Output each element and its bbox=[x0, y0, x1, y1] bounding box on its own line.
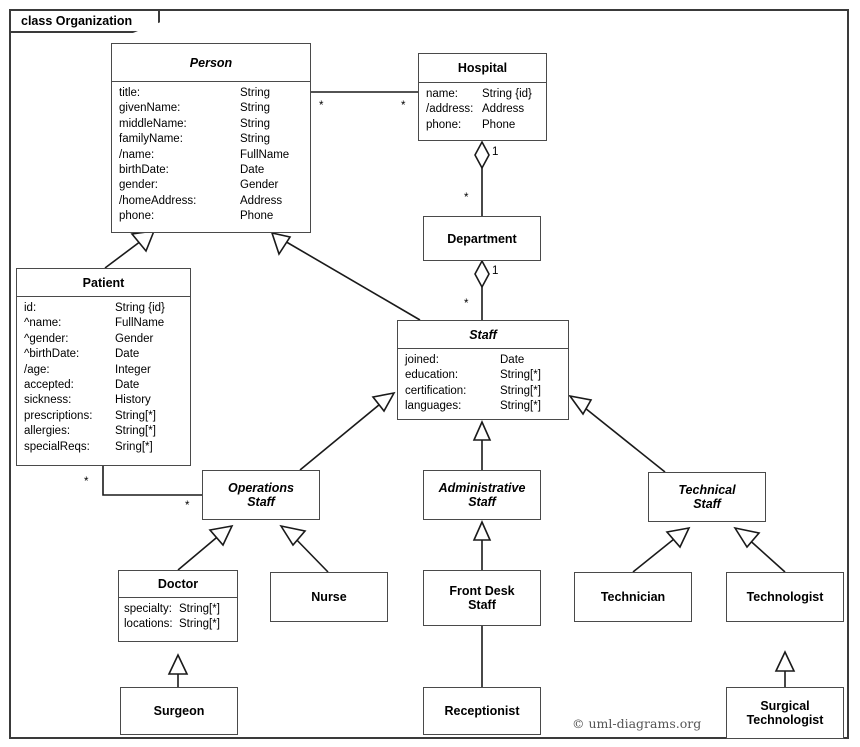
class-name-staff: Staff bbox=[398, 321, 568, 349]
multiplicity-patient-end: * bbox=[84, 476, 89, 488]
class-name-doctor: Doctor bbox=[119, 571, 237, 598]
class-box-surgeon[interactable]: Surgeon bbox=[120, 687, 238, 735]
class-name-administrative-staff: Administrative Staff bbox=[438, 481, 526, 509]
class-box-person[interactable]: Person title: String givenName: String mid… bbox=[111, 43, 311, 233]
class-attributes-person: title: String givenName: String middleName… bbox=[112, 82, 310, 229]
uml-class-diagram: class Organization * * 1 * 1 * * * Perso… bbox=[0, 0, 860, 747]
attribute-row: ^name: FullName bbox=[24, 317, 165, 330]
attribute-row: birthDate: Date bbox=[119, 164, 265, 177]
attribute-row: id: String {id} bbox=[24, 302, 165, 314]
attribute-row: gender: Gender bbox=[119, 179, 279, 192]
attribute-row: givenName: String bbox=[119, 102, 271, 115]
multiplicity-hospital-department-many: * bbox=[464, 192, 469, 204]
class-box-department[interactable]: Department bbox=[423, 216, 541, 261]
class-box-technologist[interactable]: Technologist bbox=[726, 572, 844, 622]
attribute-row: locations: String[*] bbox=[124, 618, 220, 631]
attribute-row: phone: Phone bbox=[119, 210, 274, 223]
class-name-receptionist: Receptionist bbox=[444, 704, 520, 718]
class-box-nurse[interactable]: Nurse bbox=[270, 572, 388, 622]
multiplicity-department-staff-many: * bbox=[464, 298, 469, 310]
class-attributes-patient: id: String {id} ^name: FullName ^gender: Ge… bbox=[17, 297, 190, 459]
diagram-frame-label: class Organization bbox=[9, 9, 161, 33]
class-attributes-hospital: name: String {id} /address: Address phone:… bbox=[419, 83, 546, 137]
multiplicity-hospital-department-one: 1 bbox=[492, 146, 499, 158]
class-box-receptionist[interactable]: Receptionist bbox=[423, 687, 541, 735]
attribute-row: allergies: String[*] bbox=[24, 425, 156, 438]
class-box-operations-staff[interactable]: Operations Staff bbox=[202, 470, 320, 520]
class-box-doctor[interactable]: Doctor specialty: String[*] locations: Str… bbox=[118, 570, 238, 642]
class-name-person: Person bbox=[112, 44, 310, 82]
class-name-department: Department bbox=[447, 231, 517, 246]
class-name-technician: Technician bbox=[600, 590, 666, 604]
class-name-surgical-technologist: Surgical Technologist bbox=[746, 699, 824, 727]
attribute-row: specialty: String[*] bbox=[124, 603, 220, 615]
attribute-row: education: String[*] bbox=[405, 369, 541, 382]
class-box-technician[interactable]: Technician bbox=[574, 572, 692, 622]
class-box-front-desk-staff[interactable]: Front Desk Staff bbox=[423, 570, 541, 626]
attribute-row: sickness: History bbox=[24, 394, 151, 407]
attribute-row: title: String bbox=[119, 87, 271, 99]
class-box-staff[interactable]: Staff joined: Date education: String[*] ce… bbox=[397, 320, 569, 420]
attribute-row: accepted: Date bbox=[24, 379, 140, 392]
attribute-row: certification: String[*] bbox=[405, 384, 541, 397]
class-name-technical-staff: Technical Staff bbox=[678, 483, 736, 511]
class-box-technical-staff[interactable]: Technical Staff bbox=[648, 472, 766, 522]
attribute-row: /age: Integer bbox=[24, 363, 151, 376]
class-box-hospital[interactable]: Hospital name: String {id} /address: Addre… bbox=[418, 53, 547, 141]
multiplicity-department-staff-one: 1 bbox=[492, 265, 499, 277]
attribute-row: /name: FullName bbox=[119, 148, 290, 161]
class-name-front-desk-staff: Front Desk Staff bbox=[449, 584, 515, 612]
attribute-row: joined: Date bbox=[405, 354, 525, 366]
attribute-row: middleName: String bbox=[119, 117, 271, 130]
copyright-notice: © uml-diagrams.org bbox=[572, 716, 702, 731]
attribute-row: phone: Phone bbox=[426, 118, 516, 131]
class-box-patient[interactable]: Patient id: String {id} ^name: FullName ^g… bbox=[16, 268, 191, 466]
attribute-row: languages: String[*] bbox=[405, 400, 541, 413]
attribute-row: /homeAddress: Address bbox=[119, 194, 283, 207]
class-name-hospital: Hospital bbox=[419, 54, 546, 83]
attribute-row: familyName: String bbox=[119, 133, 271, 146]
class-name-surgeon: Surgeon bbox=[153, 704, 205, 718]
multiplicity-person-end: * bbox=[319, 100, 324, 112]
attribute-row: ^birthDate: Date bbox=[24, 348, 140, 361]
multiplicity-hospital-end: * bbox=[401, 100, 406, 112]
attribute-row: /address: Address bbox=[426, 103, 525, 116]
class-box-surgical-technologist[interactable]: Surgical Technologist bbox=[726, 687, 844, 739]
class-name-nurse: Nurse bbox=[311, 590, 347, 604]
attribute-row: name: String {id} bbox=[426, 88, 532, 100]
class-name-patient: Patient bbox=[17, 269, 190, 297]
attribute-row: specialReqs: Sring[*] bbox=[24, 440, 153, 453]
class-box-administrative-staff[interactable]: Administrative Staff bbox=[423, 470, 541, 520]
class-name-operations-staff: Operations Staff bbox=[228, 481, 294, 509]
class-name-technologist: Technologist bbox=[746, 590, 824, 604]
attribute-row: ^gender: Gender bbox=[24, 332, 154, 345]
multiplicity-operations-end: * bbox=[185, 500, 190, 512]
class-attributes-doctor: specialty: String[*] locations: String[*] bbox=[119, 598, 237, 637]
attribute-row: prescriptions: String[*] bbox=[24, 409, 156, 422]
class-attributes-staff: joined: Date education: String[*] certific… bbox=[398, 349, 568, 419]
